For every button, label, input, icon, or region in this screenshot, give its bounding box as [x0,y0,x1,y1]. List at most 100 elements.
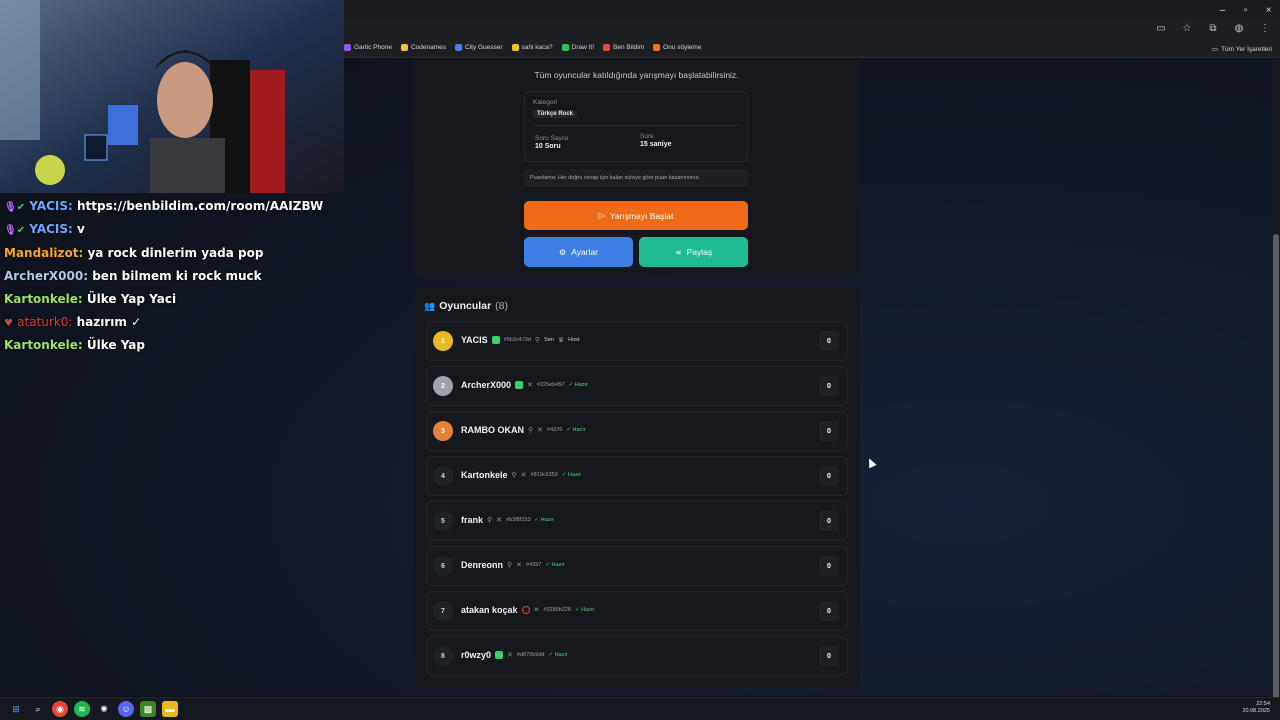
mic-badge-icon: 🎙 [4,225,17,236]
chrome-icon[interactable]: ◉ [52,701,68,717]
info-divider [533,125,740,126]
chat-text: Ülke Yap Yaci [86,292,177,306]
chat-text: ya rock dinlerim yada pop [87,246,264,260]
player-score: 0 [819,556,839,576]
system-clock[interactable]: 22:54 20.08.2025 [1242,701,1270,715]
chat-username: ArcherX000: [4,269,89,283]
scrollbar[interactable] [1272,59,1280,720]
player-id: #5b2c473d [503,337,531,343]
chat-text: hazırım ✓ [76,315,142,329]
minecraft-icon[interactable]: ▩ [140,701,156,717]
game-info-box [524,91,748,162]
bookmark-city-guesser[interactable]: City Guesser [455,44,503,51]
player-score: 0 [819,511,839,531]
bookmark-favicon-icon [561,44,569,51]
rank-badge: 5 [433,511,453,531]
player-row: 2 ArcherX000 ✕ #225eb457 ✓ Hazır 0 [426,366,848,406]
all-bookmarks-button[interactable]: ▭ Tüm Yer İşaretleri [1211,45,1272,54]
spotify-icon[interactable]: ≋ [74,701,90,717]
search-icon[interactable]: ⌕ [30,701,46,717]
extensions-icon[interactable]: ⧉ [1204,23,1222,34]
player-row: 5 frank ⚲ ✕ #b3f8f153 ✓ Hazır 0 [426,501,848,541]
bookmark-onu-soyleme[interactable]: Onu söyleme [653,44,701,51]
bookmark-sahi-kaca[interactable]: sahi kaca? [511,44,553,51]
taskbar: ⊞ ⌕ ◉ ≋ ✺ ☺ ▩ ▬ 22:54 20.08.2025 [0,697,1280,720]
folder-icon[interactable]: ▬ [162,701,178,717]
kick-user-icon[interactable]: ✕ [496,516,502,524]
player-row: 1 YACIS #5b2c473d ⚲ Sen ♛ Host 0 [426,321,848,361]
chat-message: Mandalizot: ya rock dinlerim yada pop [4,246,263,260]
player-name: frank [461,515,484,525]
player-score: 0 [819,331,839,351]
kick-user-icon[interactable]: ✕ [507,651,513,659]
chat-message: ArcherX000: ben bilmem ki rock muck [4,269,262,283]
verified-badge-icon: ✔ [16,225,26,236]
player-score: 0 [819,646,839,666]
player-name: Denreonn [461,560,504,570]
chat-message: Kartonkele: Ülke Yap Yaci [4,292,176,306]
close-button[interactable]: × [1257,0,1280,20]
star-icon[interactable]: ☆ [1178,23,1196,34]
player-id: #819c6359 [530,472,558,478]
bookmark-favicon-icon [653,44,661,51]
share-button[interactable]: ⋖ Paylaş [639,237,748,267]
chat-message: Kartonkele: Ülke Yap [4,338,145,352]
menu-icon[interactable]: ⋮ [1256,23,1274,34]
bookmark-favicon-icon [603,44,611,51]
scrollbar-thumb[interactable] [1273,234,1279,720]
user-icon: ⚲ [507,562,513,569]
bookmark-gartic-phone[interactable]: Gartic Phone [344,44,392,51]
app-icon[interactable]: ✺ [96,701,112,717]
player-score: 0 [819,421,839,441]
bookmark-codenames[interactable]: Codenames [400,44,446,51]
start-game-button[interactable]: ▷ Yarışmayı Başlat [524,201,748,230]
ready-status: ✓ Hazır [548,652,568,658]
you-tag: Sen [544,337,554,343]
ready-status: ✓ Hazır [534,517,554,523]
player-id: #4376 [547,427,563,433]
question-count-value: 10 Soru [535,143,561,150]
discord-icon[interactable]: ☺ [118,701,134,717]
folder-icon: ▭ [1211,46,1219,53]
player-id: #3289b228 [543,607,571,613]
minimize-button[interactable]: – [1211,0,1234,20]
settings-button[interactable]: ⚙ Ayarlar [524,237,633,267]
scoring-note: Puanlama: Her doğru cevap için kalan sür… [524,169,748,187]
window-controls: – ▫ × [1211,0,1280,20]
chat-text: https://benbildim.com/room/AAIZBW [77,199,324,213]
bookmark-ben-bildim[interactable]: Ben Bildim [603,44,644,51]
player-row: 4 Kartonkele ⚲ ✕ #819c6359 ✓ Hazır 0 [426,456,848,496]
kick-user-icon[interactable]: ✕ [527,381,533,389]
maximize-button[interactable]: ▫ [1234,0,1257,20]
cast-icon[interactable]: ▭ [1152,23,1170,34]
ready-status: ✓ Hazır [568,382,588,388]
players-heading: 👥 Oyuncular (8) [424,300,508,312]
ready-status: ✓ Hazır [574,607,595,613]
xbox-icon [515,381,524,389]
webcam-image [0,0,344,193]
bookmark-favicon-icon [344,44,351,51]
profile-icon[interactable]: ◍ [1230,23,1248,34]
player-name: r0wzy0 [461,650,492,660]
time-label: Süre [640,133,654,140]
kick-user-icon[interactable]: ✕ [537,426,543,434]
ready-status: ✓ Hazır [561,472,582,478]
chat-username: ataturk0: [17,315,73,329]
player-name: Kartonkele [461,470,508,480]
player-id: #4357 [526,562,542,568]
webcam-overlay [0,0,344,193]
chat-message: ♥ ataturk0: hazırım ✓ [4,315,141,329]
player-name: ArcherX000 [461,380,512,390]
chat-text: ben bilmem ki rock muck [92,269,262,283]
player-id: #d870b9dd [516,652,545,658]
kick-user-icon[interactable]: ✕ [534,606,540,614]
rank-badge: 6 [433,556,453,576]
kick-user-icon[interactable]: ✕ [521,471,527,479]
gear-icon: ⚙ [559,247,567,257]
kick-user-icon[interactable]: ✕ [516,561,522,569]
rank-badge: 1 [433,331,453,351]
windows-start-icon[interactable]: ⊞ [8,701,24,717]
bookmark-draw-it[interactable]: Draw It! [561,44,594,51]
play-icon: ▷ [598,211,605,220]
rank-badge: 3 [433,421,453,441]
